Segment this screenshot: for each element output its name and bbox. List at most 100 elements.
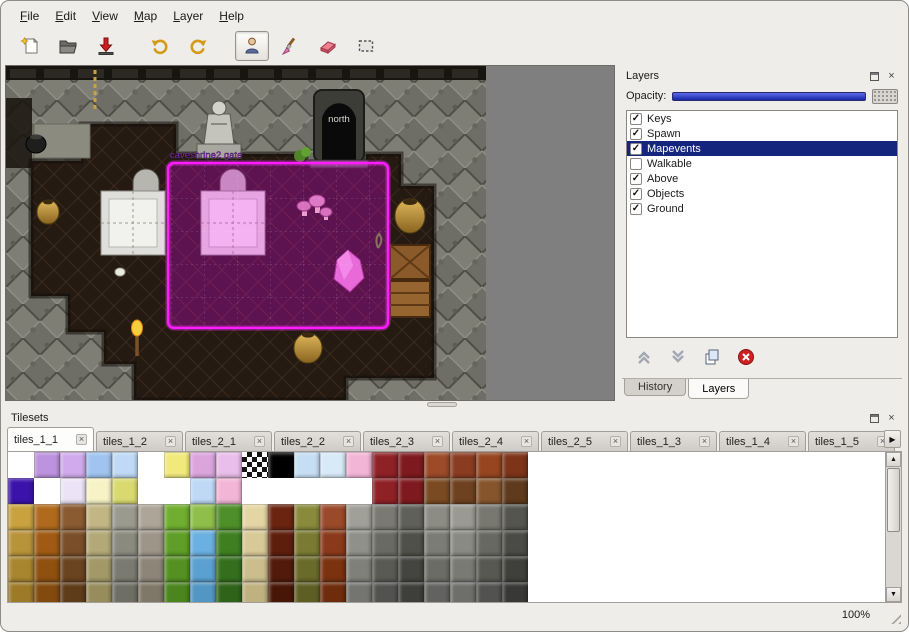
opacity-slider[interactable]	[672, 92, 866, 101]
palette-tile[interactable]	[320, 504, 346, 530]
palette-tile[interactable]	[8, 452, 34, 478]
palette-tile[interactable]	[60, 530, 86, 556]
dock-tab-layers[interactable]: Layers	[688, 379, 749, 399]
scroll-up-icon[interactable]: ▲	[886, 452, 901, 467]
palette-tile[interactable]	[8, 478, 34, 504]
dock-tab-history[interactable]: History	[624, 379, 686, 396]
palette-tile[interactable]	[346, 582, 372, 603]
palette-tile[interactable]	[60, 582, 86, 603]
palette-tile[interactable]	[450, 504, 476, 530]
palette-tile[interactable]	[398, 504, 424, 530]
palette-tile[interactable]	[476, 452, 502, 478]
palette-tile[interactable]	[138, 556, 164, 582]
layer-visibility-checkbox[interactable]: ✓	[630, 128, 642, 140]
palette-tile[interactable]	[34, 478, 60, 504]
palette-tile[interactable]	[216, 504, 242, 530]
layer-row-walkable[interactable]: Walkable	[627, 156, 897, 171]
palette-tile[interactable]	[138, 452, 164, 478]
float-icon[interactable]	[868, 412, 881, 425]
palette-tile[interactable]	[450, 530, 476, 556]
palette-tile[interactable]	[320, 452, 346, 478]
palette-tile[interactable]	[424, 478, 450, 504]
palette-tile[interactable]	[216, 556, 242, 582]
palette-tile[interactable]	[164, 530, 190, 556]
tab-close-icon[interactable]: ×	[343, 436, 354, 447]
layer-visibility-checkbox[interactable]: ✓	[630, 113, 642, 125]
tab-close-icon[interactable]: ×	[254, 436, 265, 447]
tileset-tab-tiles_2_4[interactable]: tiles_2_4×	[452, 431, 539, 451]
palette-tile[interactable]	[34, 530, 60, 556]
eraser-tool-button[interactable]	[311, 31, 345, 61]
layer-row-mapevents[interactable]: ✓Mapevents	[627, 141, 897, 156]
palette-tile[interactable]	[450, 582, 476, 603]
palette-tile[interactable]	[86, 452, 112, 478]
palette-tile[interactable]	[398, 530, 424, 556]
palette-tile[interactable]	[86, 504, 112, 530]
palette-tile[interactable]	[502, 556, 528, 582]
redo-button[interactable]	[181, 31, 215, 61]
palette-tile[interactable]	[476, 556, 502, 582]
palette-tile[interactable]	[268, 504, 294, 530]
raise-layer-button[interactable]	[634, 347, 654, 367]
palette-tile[interactable]	[138, 478, 164, 504]
tileset-tab-tiles_1_4[interactable]: tiles_1_4×	[719, 431, 806, 451]
close-icon[interactable]: ×	[885, 70, 898, 83]
close-icon[interactable]: ×	[885, 412, 898, 425]
save-map-button[interactable]	[89, 31, 123, 61]
palette-tile[interactable]	[60, 452, 86, 478]
delete-layer-button[interactable]	[736, 347, 756, 367]
layer-row-keys[interactable]: ✓Keys	[627, 111, 897, 126]
palette-tile[interactable]	[502, 504, 528, 530]
palette-tile[interactable]	[112, 556, 138, 582]
palette-tile[interactable]	[86, 530, 112, 556]
scrollbar-track[interactable]	[886, 467, 901, 587]
palette-tile[interactable]	[320, 530, 346, 556]
palette-tile[interactable]	[476, 582, 502, 603]
palette-tile[interactable]	[424, 582, 450, 603]
resize-grip[interactable]	[888, 611, 901, 624]
palette-tile[interactable]	[502, 478, 528, 504]
palette-tile[interactable]	[190, 478, 216, 504]
layer-row-objects[interactable]: ✓Objects	[627, 186, 897, 201]
selection-overlay[interactable]	[168, 163, 388, 328]
scroll-down-icon[interactable]: ▼	[886, 587, 901, 602]
palette-tile[interactable]	[450, 478, 476, 504]
palette-tile[interactable]	[424, 530, 450, 556]
palette-tile[interactable]	[112, 478, 138, 504]
palette-tile[interactable]	[398, 556, 424, 582]
palette-tile[interactable]	[346, 478, 372, 504]
palette-tile[interactable]	[8, 582, 34, 603]
palette-tile[interactable]	[190, 452, 216, 478]
palette-tile[interactable]	[216, 530, 242, 556]
tab-close-icon[interactable]: ×	[521, 436, 532, 447]
palette-tile[interactable]	[138, 504, 164, 530]
menu-map[interactable]: Map	[127, 7, 164, 25]
palette-tile[interactable]	[112, 582, 138, 603]
palette-tile[interactable]	[138, 582, 164, 603]
palette-tile[interactable]	[294, 582, 320, 603]
palette-tile[interactable]	[86, 582, 112, 603]
palette-tile[interactable]	[372, 478, 398, 504]
palette-tile[interactable]	[34, 452, 60, 478]
palette-tile[interactable]	[346, 452, 372, 478]
palette-tile[interactable]	[320, 582, 346, 603]
palette-tile[interactable]	[190, 504, 216, 530]
undo-button[interactable]	[143, 31, 177, 61]
palette-tile[interactable]	[34, 582, 60, 603]
tab-close-icon[interactable]: ×	[610, 436, 621, 447]
duplicate-layer-button[interactable]	[702, 347, 722, 367]
palette-tile[interactable]	[502, 582, 528, 603]
palette-tile[interactable]	[112, 530, 138, 556]
layer-visibility-checkbox[interactable]: ✓	[630, 173, 642, 185]
palette-tile[interactable]	[502, 452, 528, 478]
palette-tile[interactable]	[242, 478, 268, 504]
new-map-button[interactable]	[13, 31, 47, 61]
menu-edit[interactable]: Edit	[48, 7, 83, 25]
palette-tile[interactable]	[164, 556, 190, 582]
tab-close-icon[interactable]: ×	[165, 436, 176, 447]
layer-visibility-checkbox[interactable]: ✓	[630, 143, 642, 155]
palette-tile[interactable]	[8, 504, 34, 530]
scrollbar-thumb[interactable]	[887, 468, 900, 532]
palette-tile[interactable]	[242, 556, 268, 582]
palette-tile[interactable]	[190, 582, 216, 603]
